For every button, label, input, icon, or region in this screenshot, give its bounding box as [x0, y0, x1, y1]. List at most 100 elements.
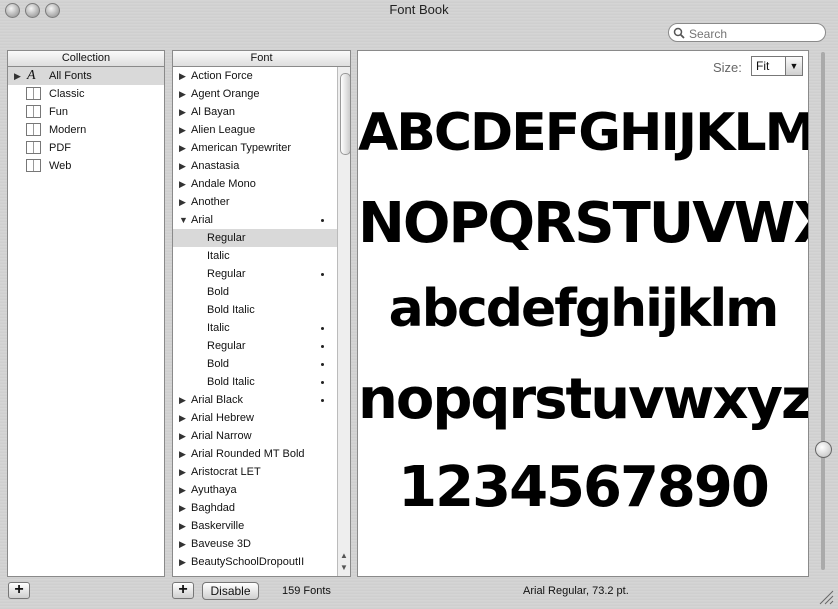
duplicate-dot-icon — [321, 219, 324, 222]
collection-book-icon — [26, 141, 41, 154]
font-item-label: Arial — [191, 214, 214, 226]
font-item-label: Arial Hebrew — [191, 412, 254, 424]
font-list-scrollbar[interactable]: ▲ ▼ — [337, 67, 350, 576]
scroll-up-arrow-icon[interactable]: ▲ — [340, 551, 348, 560]
font-face-item[interactable]: Bold — [173, 355, 337, 373]
collection-book-icon — [26, 159, 41, 172]
search-input[interactable] — [687, 25, 823, 42]
font-family-item[interactable]: ▶ Agent Orange — [173, 85, 337, 103]
collection-item[interactable]: Fun — [8, 103, 164, 121]
disclosure-triangle-icon[interactable]: ▶ — [179, 157, 186, 175]
font-item-label: Alien League — [191, 124, 256, 136]
collection-item[interactable]: PDF — [8, 139, 164, 157]
font-item-label: Another — [191, 196, 230, 208]
font-item-label: BeautySchoolDropoutII — [191, 556, 305, 568]
size-slider-knob[interactable] — [815, 441, 832, 458]
title-bar: Font Book — [0, 0, 838, 22]
font-family-item[interactable]: ▶ Andale Mono — [173, 175, 337, 193]
collection-item-label: Fun — [49, 106, 68, 118]
disclosure-triangle-icon[interactable]: ▶ — [179, 391, 186, 409]
font-family-item[interactable]: ▶ Alien League — [173, 121, 337, 139]
font-family-item[interactable]: ▶ Another — [173, 193, 337, 211]
disclosure-triangle-icon[interactable]: ▶ — [179, 85, 186, 103]
font-family-item[interactable]: ▼ Arial — [173, 211, 337, 229]
disclosure-triangle-icon[interactable]: ▶ — [179, 517, 186, 535]
disclosure-triangle-icon[interactable]: ▶ — [179, 67, 186, 85]
size-slider-track[interactable] — [821, 52, 825, 570]
add-font-button[interactable]: + — [172, 582, 194, 599]
font-face-item[interactable]: Bold — [173, 283, 337, 301]
collection-item[interactable]: Web — [8, 157, 164, 175]
font-family-item[interactable]: ▶ Arial Narrow — [173, 427, 337, 445]
font-item-label: Bold Italic — [207, 376, 255, 388]
font-item-label: Bold — [207, 286, 230, 298]
disclosure-triangle-icon[interactable]: ▶ — [179, 463, 186, 481]
font-item-label: Bold — [207, 358, 230, 370]
font-family-item[interactable]: ▶ American Typewriter — [173, 139, 337, 157]
font-item-label: Andale Mono — [191, 178, 256, 190]
collection-item-label: Classic — [49, 88, 85, 100]
search-field[interactable] — [668, 23, 826, 42]
disclosure-triangle-icon[interactable]: ▶ — [14, 67, 21, 85]
font-face-item[interactable]: Regular — [173, 229, 337, 247]
disclosure-triangle-icon[interactable]: ▶ — [179, 427, 186, 445]
disclosure-triangle-icon[interactable]: ▶ — [179, 535, 186, 553]
font-family-item[interactable]: ▶ Baghdad — [173, 499, 337, 517]
collection-item-label: Web — [49, 160, 72, 172]
preview-pane: ABCDEFGHIJKLM NOPQRSTUVWXYZ abcdefghijkl… — [357, 50, 809, 577]
scrollbar-thumb[interactable] — [340, 73, 350, 155]
font-list: ▶ Action Force ▶ Agent Orange ▶ Al Bayan ▶ Alie… — [173, 67, 337, 571]
font-item-label: Baghdad — [191, 502, 236, 514]
font-face-item[interactable]: Regular — [173, 265, 337, 283]
font-family-item[interactable]: ▶ Aristocrat LET — [173, 463, 337, 481]
disclosure-triangle-icon[interactable]: ▶ — [179, 445, 186, 463]
font-family-item[interactable]: ▶ Ayuthaya — [173, 481, 337, 499]
disclosure-triangle-icon[interactable]: ▶ — [179, 139, 186, 157]
disclosure-triangle-icon[interactable]: ▶ — [179, 193, 186, 211]
font-face-item[interactable]: Italic — [173, 247, 337, 265]
disclosure-triangle-icon[interactable]: ▶ — [179, 103, 186, 121]
disclosure-triangle-icon[interactable]: ▼ — [179, 211, 188, 229]
size-select[interactable]: Fit ▼ — [751, 56, 803, 76]
collection-book-icon — [26, 123, 41, 136]
disclosure-triangle-icon[interactable]: ▶ — [179, 121, 186, 139]
collection-item[interactable]: Classic — [8, 85, 164, 103]
font-family-item[interactable]: ▶ BeautySchoolDropoutII — [173, 553, 337, 571]
font-count: 159 Fonts — [282, 585, 331, 597]
collection-book-icon — [26, 87, 41, 100]
font-item-label: Arial Narrow — [191, 430, 252, 442]
scroll-down-arrow-icon[interactable]: ▼ — [340, 563, 348, 572]
font-face-item[interactable]: Regular — [173, 337, 337, 355]
font-face-item[interactable]: Bold Italic — [173, 301, 337, 319]
disclosure-triangle-icon[interactable]: ▶ — [179, 553, 186, 571]
add-collection-button[interactable]: + — [8, 582, 30, 599]
collection-item[interactable]: ▶ A All Fonts — [8, 67, 164, 85]
duplicate-dot-icon — [321, 273, 324, 276]
font-item-label: Italic — [207, 322, 230, 334]
preview-line-numbers: 1234567890 — [398, 455, 770, 520]
font-face-item[interactable]: Italic — [173, 319, 337, 337]
disable-button[interactable]: Disable — [202, 582, 259, 600]
preview-line-lowercase-1: abcdefghijklm — [388, 279, 780, 339]
preview-line-lowercase-2: nopqrstuvwxyz — [358, 367, 809, 432]
collection-item[interactable]: Modern — [8, 121, 164, 139]
disclosure-triangle-icon[interactable]: ▶ — [179, 499, 186, 517]
font-family-item[interactable]: ▶ Baveuse 3D — [173, 535, 337, 553]
disclosure-triangle-icon[interactable]: ▶ — [179, 175, 186, 193]
font-family-item[interactable]: ▶ Al Bayan — [173, 103, 337, 121]
size-select-value: Fit — [756, 59, 770, 73]
font-family-item[interactable]: ▶ Arial Black — [173, 391, 337, 409]
collection-list: ▶ A All Fonts Classic Fun Modern PDF Web — [8, 67, 164, 175]
resize-grip-icon[interactable] — [818, 589, 834, 605]
font-item-label: Aristocrat LET — [191, 466, 261, 478]
font-item-label: Agent Orange — [191, 88, 260, 100]
font-family-item[interactable]: ▶ Arial Rounded MT Bold — [173, 445, 337, 463]
font-family-item[interactable]: ▶ Action Force — [173, 67, 337, 85]
font-face-item[interactable]: Bold Italic — [173, 373, 337, 391]
font-family-item[interactable]: ▶ Arial Hebrew — [173, 409, 337, 427]
disclosure-triangle-icon[interactable]: ▶ — [179, 409, 186, 427]
disclosure-triangle-icon[interactable]: ▶ — [179, 481, 186, 499]
font-family-item[interactable]: ▶ Anastasia — [173, 157, 337, 175]
font-family-item[interactable]: ▶ Baskerville — [173, 517, 337, 535]
duplicate-dot-icon — [321, 363, 324, 366]
